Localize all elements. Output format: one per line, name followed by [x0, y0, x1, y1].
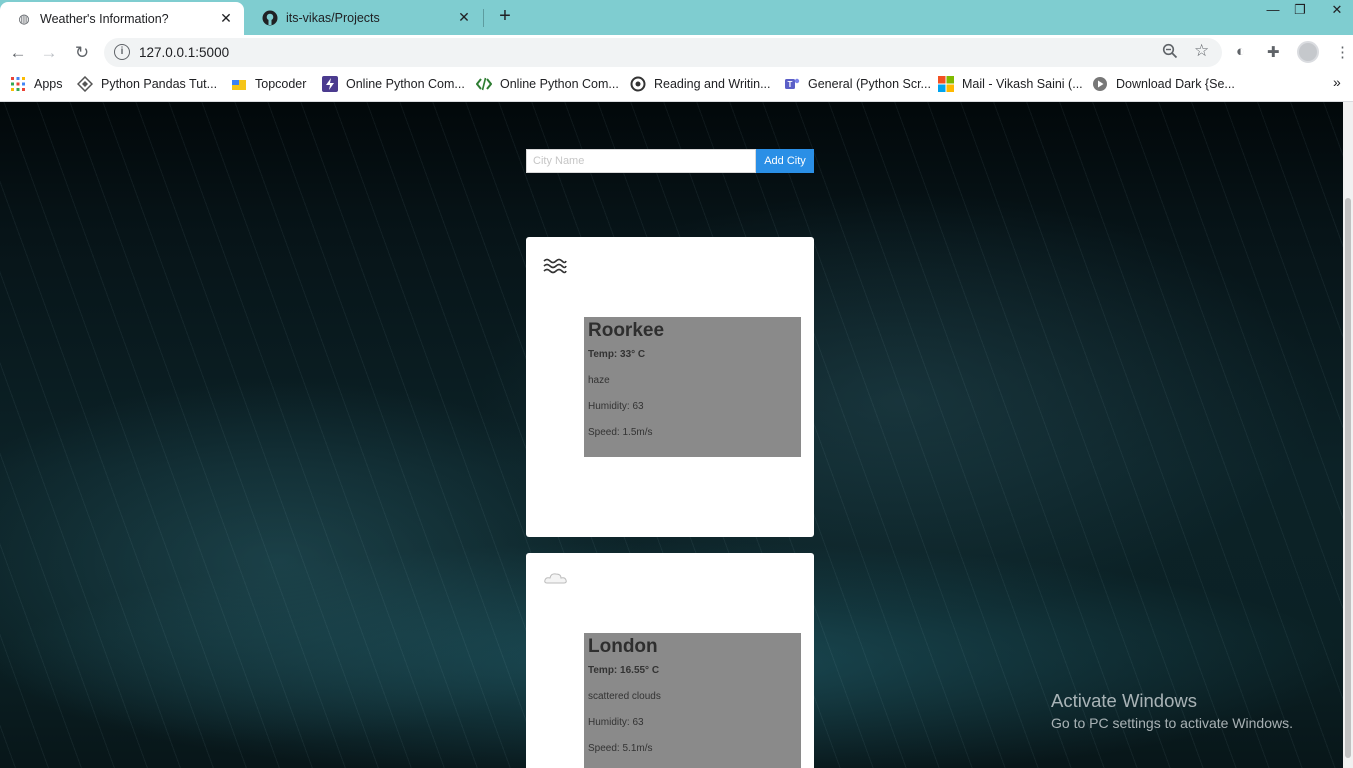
bookmark-label: Online Python Com... — [500, 77, 619, 91]
weather-info-panel: Roorkee Temp: 33° C haze Humidity: 63 Sp… — [584, 317, 801, 457]
bookmark-label: Reading and Writin... — [654, 77, 771, 91]
weather-info-panel: London Temp: 16.55° C scattered clouds H… — [584, 633, 801, 768]
temperature: Temp: 16.55° C — [588, 665, 660, 676]
cloud-icon — [543, 569, 569, 593]
microsoft-icon — [938, 76, 954, 92]
browser-toolbar: ← → ↻ i 127.0.0.1:5000 ☆ ◐ ✚ ⋮ — [0, 35, 1353, 70]
watermark-subtitle: Go to PC settings to activate Windows. — [1051, 715, 1293, 731]
new-tab-button[interactable]: + — [494, 5, 516, 27]
close-tab-icon[interactable]: ✕ — [216, 10, 236, 27]
bookmark-online-python-2[interactable]: Online Python Com... — [475, 76, 619, 92]
tab-strip: ◍ Weather's Information? ✕ its-vikas/Pro… — [0, 0, 1353, 35]
diamond-icon — [76, 75, 94, 93]
close-window-button[interactable]: ✕ — [1322, 0, 1352, 22]
bookmark-reading-writing[interactable]: Reading and Writin... — [630, 76, 771, 92]
bookmark-label: Python Pandas Tut... — [101, 77, 218, 91]
menu-icon[interactable]: ⋮ — [1335, 43, 1350, 61]
tab-weather[interactable]: ◍ Weather's Information? ✕ — [0, 2, 244, 35]
bookmark-apps[interactable]: Apps — [10, 76, 63, 92]
bookmark-pandas[interactable]: Python Pandas Tut... — [76, 75, 218, 93]
play-icon — [1092, 76, 1108, 92]
bookmark-label: Topcoder — [255, 77, 307, 91]
humidity: Humidity: 63 — [588, 717, 644, 728]
bookmark-label: Apps — [34, 77, 63, 91]
close-tab-icon[interactable]: ✕ — [454, 9, 474, 26]
weather-card: London Temp: 16.55° C scattered clouds H… — [526, 553, 814, 768]
reload-button[interactable]: ↻ — [69, 40, 95, 66]
wind-speed: Speed: 1.5m/s — [588, 427, 653, 438]
bookmark-general[interactable]: T General (Python Scr... — [784, 76, 931, 92]
bookmarks-overflow-icon[interactable]: » — [1333, 74, 1341, 90]
topcoder-icon — [231, 76, 247, 92]
url-text[interactable]: 127.0.0.1:5000 — [139, 45, 229, 60]
activate-windows-watermark: Activate Windows Go to PC settings to ac… — [1051, 690, 1293, 731]
restore-button[interactable]: ❐ — [1285, 0, 1315, 22]
address-bar[interactable]: i 127.0.0.1:5000 ☆ — [104, 38, 1222, 67]
github-icon — [262, 10, 278, 26]
add-city-button[interactable]: Add City — [756, 149, 814, 173]
wind-speed: Speed: 5.1m/s — [588, 743, 653, 754]
scrollbar-thumb[interactable] — [1345, 198, 1351, 758]
bookmark-download-dark[interactable]: Download Dark {Se... — [1092, 76, 1235, 92]
bolt-icon — [322, 76, 338, 92]
code-icon — [475, 76, 493, 92]
zoom-icon[interactable] — [1162, 43, 1178, 62]
weather-card: Roorkee Temp: 33° C haze Humidity: 63 Sp… — [526, 237, 814, 537]
puzzle-icon[interactable]: ✚ — [1267, 43, 1280, 61]
bookmark-topcoder[interactable]: Topcoder — [231, 76, 306, 92]
page-viewport: Add City Roorkee Temp: 33° C haze Humidi… — [0, 102, 1343, 768]
extension-icon[interactable]: ◐ — [1236, 43, 1245, 60]
temperature: Temp: 33° C — [588, 349, 646, 360]
city-name: London — [588, 636, 658, 657]
bookmarks-bar: Apps Python Pandas Tut... Topcoder Onlin… — [0, 70, 1353, 102]
bookmark-online-python-1[interactable]: Online Python Com... — [322, 76, 465, 92]
add-city-form: Add City — [526, 149, 814, 173]
globe-icon: ◍ — [18, 10, 30, 26]
bookmark-star-icon[interactable]: ☆ — [1194, 41, 1209, 61]
apps-grid-icon — [10, 76, 26, 92]
weather-description: scattered clouds — [588, 691, 661, 702]
haze-icon — [543, 257, 567, 280]
tab-github[interactable]: its-vikas/Projects ✕ — [246, 0, 482, 35]
teams-icon: T — [784, 76, 800, 92]
weather-description: haze — [588, 375, 610, 386]
info-icon[interactable]: i — [114, 44, 130, 60]
bookmark-mail[interactable]: Mail - Vikash Saini (... — [938, 76, 1083, 92]
bookmark-label: Download Dark {Se... — [1116, 77, 1235, 91]
svg-text:T: T — [788, 80, 793, 89]
circle-icon — [630, 76, 646, 92]
tab-title: Weather's Information? — [40, 11, 169, 26]
humidity: Humidity: 63 — [588, 401, 644, 412]
forward-button[interactable]: → — [36, 40, 62, 66]
watermark-title: Activate Windows — [1051, 690, 1197, 711]
city-name: Roorkee — [588, 320, 665, 341]
back-button[interactable]: ← — [5, 40, 31, 66]
minimize-button[interactable]: — — [1258, 0, 1288, 22]
tab-title: its-vikas/Projects — [286, 10, 380, 25]
bookmark-label: Online Python Com... — [346, 77, 465, 91]
profile-avatar[interactable] — [1297, 41, 1319, 63]
city-name-input[interactable] — [526, 149, 756, 173]
tab-separator — [483, 9, 484, 27]
bookmark-label: General (Python Scr... — [808, 77, 931, 91]
bookmark-label: Mail - Vikash Saini (... — [962, 77, 1083, 91]
